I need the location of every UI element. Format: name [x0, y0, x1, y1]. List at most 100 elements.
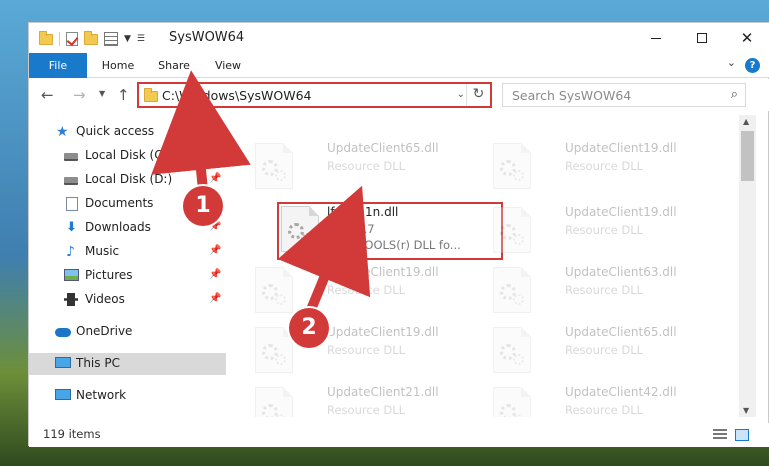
dll-file-icon — [255, 267, 293, 313]
pin-icon[interactable]: 📌 — [209, 149, 221, 160]
new-folder-icon[interactable] — [84, 30, 98, 45]
dll-file-icon — [255, 327, 293, 373]
sidebar-item-network[interactable]: Network — [29, 385, 226, 407]
drive-icon — [64, 173, 80, 187]
customize-toolbar-icon[interactable]: ☰ — [137, 34, 145, 44]
close-button[interactable]: ✕ — [724, 23, 769, 53]
sidebar-item-label: Music — [85, 244, 120, 258]
file-name: UpdateClient42.dll — [565, 385, 677, 399]
list-item[interactable]: UpdateClient21.dll Resource DLL — [251, 385, 481, 417]
file-name: UpdateClient19.dll — [327, 265, 439, 279]
quick-access-toolbar: ▼ ☰ — [39, 30, 145, 47]
network-icon — [55, 389, 71, 403]
file-type: Resource DLL — [327, 159, 406, 173]
properties-check-icon[interactable] — [66, 32, 78, 46]
sidebar-item-label: Pictures — [85, 268, 133, 282]
dll-file-icon — [493, 207, 531, 253]
dll-file-icon — [493, 327, 531, 373]
file-type: Resource DLL — [327, 343, 406, 357]
sidebar-item-label: Videos — [85, 292, 125, 306]
list-item[interactable]: UpdateClient19.dll Resource DLL — [489, 205, 719, 261]
scroll-down-icon[interactable]: ▼ — [743, 406, 749, 415]
sidebar-item-label: This PC — [76, 356, 120, 370]
expand-ribbon-icon[interactable]: ⌄ — [727, 56, 736, 69]
sidebar-item-music[interactable]: ♪ Music 📌 — [29, 241, 226, 263]
sidebar-item-label: Downloads — [85, 220, 151, 234]
scroll-up-icon[interactable]: ▲ — [743, 117, 749, 126]
status-bar: 119 items — [29, 423, 769, 447]
help-icon[interactable]: ? — [745, 58, 760, 73]
dll-file-icon — [493, 387, 531, 417]
cloud-icon — [55, 325, 71, 339]
chevron-down-icon[interactable]: ▼ — [124, 34, 131, 44]
pictures-icon — [64, 269, 80, 283]
dll-file-icon — [255, 143, 293, 189]
file-name: UpdateClient21.dll — [327, 385, 439, 399]
toolbar-divider — [59, 32, 60, 46]
tab-home[interactable]: Home — [93, 53, 143, 78]
file-name: UpdateClient19.dll — [565, 141, 677, 155]
details-view-icon[interactable] — [713, 429, 727, 441]
dll-file-icon — [255, 387, 293, 417]
file-name: UpdateClient63.dll — [565, 265, 677, 279]
recent-locations-icon[interactable]: ▼ — [99, 89, 105, 98]
sidebar-item-pictures[interactable]: Pictures 📌 — [29, 265, 226, 287]
film-icon — [64, 293, 80, 307]
sidebar-item-label: Local Disk (C:) — [85, 148, 172, 162]
sidebar-item-onedrive[interactable]: OneDrive — [29, 321, 226, 343]
file-type: Resource DLL — [565, 283, 644, 297]
maximize-button[interactable] — [679, 23, 725, 53]
vertical-scrollbar[interactable]: ▲ ▼ — [739, 115, 756, 417]
search-input[interactable]: Search SysWOW64 ⌕ — [502, 83, 746, 107]
view-properties-icon[interactable] — [104, 32, 118, 46]
scroll-thumb[interactable] — [741, 131, 754, 181]
pin-icon[interactable]: 📌 — [209, 173, 221, 184]
sidebar-item-local-disk-c[interactable]: Local Disk (C:) 📌 — [29, 145, 226, 167]
list-item[interactable]: UpdateClient19.dll Resource DLL — [251, 265, 481, 321]
list-item[interactable]: UpdateClient65.dll Resource DLL — [489, 325, 719, 381]
sidebar-item-this-pc[interactable]: This PC — [29, 353, 226, 375]
sidebar-item-label: Quick access — [76, 124, 155, 138]
close-icon: ✕ — [740, 28, 754, 47]
star-icon: ★ — [56, 124, 69, 140]
file-name: UpdateClient65.dll — [565, 325, 677, 339]
step-1-badge: 1 — [183, 186, 223, 226]
sidebar-item-quick-access[interactable]: ★ Quick access — [29, 121, 226, 143]
title-bar: ▼ ☰ SysWOW64 ✕ — [29, 23, 769, 53]
tiles-view-icon[interactable] — [735, 429, 749, 441]
search-icon[interactable]: ⌕ — [731, 87, 738, 102]
address-highlight-box — [137, 82, 492, 108]
folder-icon — [39, 30, 53, 45]
sidebar-item-videos[interactable]: Videos 📌 — [29, 289, 226, 311]
step-2-badge: 2 — [289, 308, 329, 348]
window-title: SysWOW64 — [169, 30, 245, 45]
file-type: Resource DLL — [565, 223, 644, 237]
minimize-button[interactable] — [633, 23, 679, 53]
sidebar-item-label: Local Disk (D:) — [85, 172, 173, 186]
navigation-bar: ← → ▼ ↑ C:\Windows\SysWOW64 ⌄ ↻ Search S… — [29, 79, 769, 111]
list-item[interactable]: UpdateClient42.dll Resource DLL — [489, 385, 719, 417]
list-item[interactable]: UpdateClient19.dll Resource DLL — [489, 141, 719, 197]
file-name: UpdateClient19.dll — [327, 325, 439, 339]
minimize-icon — [651, 37, 661, 39]
search-placeholder[interactable]: Search SysWOW64 — [512, 88, 631, 103]
computer-icon — [55, 357, 71, 371]
list-item[interactable]: UpdateClient19.dll Resource DLL — [251, 325, 481, 381]
file-name: UpdateClient65.dll — [327, 141, 439, 155]
file-highlight-box — [277, 202, 503, 260]
tab-share[interactable]: Share — [149, 53, 199, 78]
explorer-window: ▼ ☰ SysWOW64 ✕ File Home Share View ⌄ ? … — [28, 22, 769, 447]
list-item[interactable]: UpdateClient65.dll Resource DLL — [251, 141, 481, 197]
back-button[interactable]: ← — [41, 86, 54, 104]
pin-icon[interactable]: 📌 — [209, 245, 221, 256]
up-button[interactable]: ↑ — [117, 86, 130, 104]
music-note-icon: ♪ — [66, 244, 75, 260]
tab-view[interactable]: View — [205, 53, 251, 78]
list-item[interactable]: UpdateClient63.dll Resource DLL — [489, 265, 719, 321]
pin-icon[interactable]: 📌 — [209, 293, 221, 304]
forward-button[interactable]: → — [73, 86, 86, 104]
item-count: 119 items — [43, 427, 101, 441]
drive-icon — [64, 149, 80, 163]
pin-icon[interactable]: 📌 — [209, 269, 221, 280]
tab-file[interactable]: File — [29, 53, 87, 78]
